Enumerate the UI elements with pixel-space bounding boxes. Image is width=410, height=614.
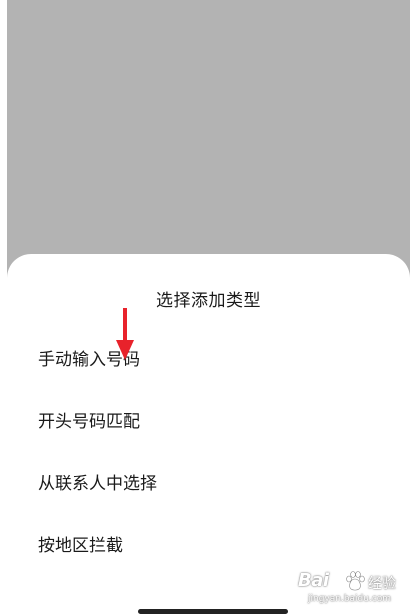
watermark-url: jingyan.baidu.com	[308, 594, 392, 604]
phone-screen: 选择添加类型 手动输入号码 开头号码匹配 从联系人中选择 按地区拦截 Bai 经…	[0, 0, 410, 614]
bottom-sheet: 选择添加类型 手动输入号码 开头号码匹配 从联系人中选择 按地区拦截	[7, 254, 410, 614]
screen-edge	[0, 0, 7, 614]
baidu-paw-icon	[346, 571, 365, 591]
home-indicator[interactable]	[138, 609, 288, 614]
option-prefix-match[interactable]: 开头号码匹配	[38, 402, 378, 442]
option-select-from-contacts[interactable]: 从联系人中选择	[38, 464, 378, 504]
baidu-jingyan-watermark: Bai 经验 jingyan.baidu.com	[298, 570, 402, 608]
option-manual-input[interactable]: 手动输入号码	[38, 340, 378, 380]
sheet-title: 选择添加类型	[156, 291, 261, 311]
watermark-suffix: 经验	[368, 576, 396, 592]
option-block-by-region[interactable]: 按地区拦截	[38, 526, 378, 566]
watermark-brand: Bai	[298, 570, 329, 591]
red-arrow-annotation-icon	[116, 308, 134, 360]
